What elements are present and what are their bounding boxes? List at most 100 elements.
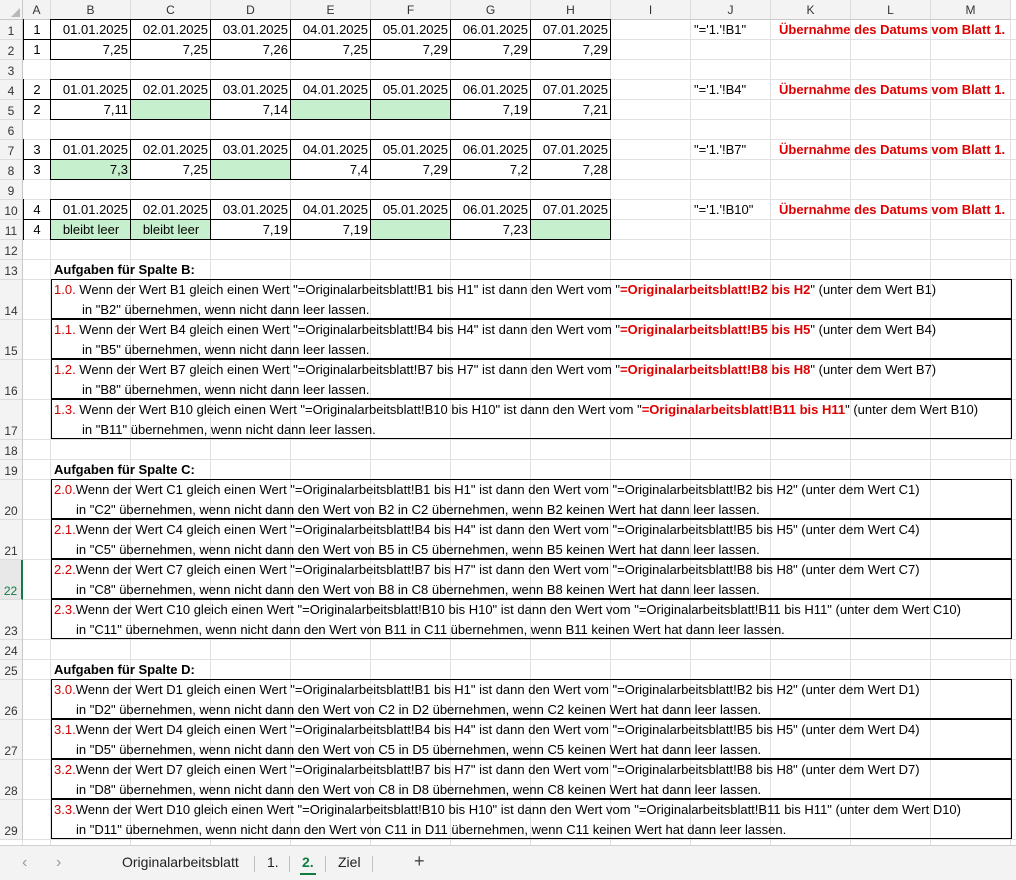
plus-icon[interactable]: + [414, 851, 425, 872]
select-all-corner[interactable] [0, 0, 23, 20]
task-box[interactable]: 3.3.Wenn der Wert D10 gleich einen Wert … [51, 799, 1012, 839]
date-cell[interactable]: 02.01.2025 [131, 200, 211, 220]
value-cell[interactable]: 7,29 [531, 40, 611, 60]
date-cell[interactable]: 05.01.2025 [371, 80, 451, 100]
date-cell[interactable]: 03.01.2025 [211, 80, 291, 100]
value-cell[interactable]: 7,25 [51, 40, 131, 60]
date-cell[interactable]: 02.01.2025 [131, 20, 211, 40]
value-cell[interactable]: 7,28 [531, 160, 611, 180]
row-header-10[interactable]: 10 [0, 200, 23, 220]
date-cell[interactable]: 07.01.2025 [531, 80, 611, 100]
value-cell[interactable]: 7,25 [291, 40, 371, 60]
date-cell[interactable]: 05.01.2025 [371, 140, 451, 160]
value-cell[interactable] [371, 100, 451, 120]
date-cell[interactable]: 01.01.2025 [51, 20, 131, 40]
date-cell[interactable]: 02.01.2025 [131, 80, 211, 100]
date-cell[interactable]: 03.01.2025 [211, 20, 291, 40]
date-cell[interactable]: 04.01.2025 [291, 20, 371, 40]
column-header-D[interactable]: D [211, 0, 291, 20]
date-cell[interactable]: 04.01.2025 [291, 80, 371, 100]
column-header-K[interactable]: K [771, 0, 851, 20]
task-box[interactable]: 2.3.Wenn der Wert C10 gleich einen Wert … [51, 599, 1012, 639]
value-cell[interactable]: 7,29 [371, 160, 451, 180]
task-box[interactable]: 3.0.Wenn der Wert D1 gleich einen Wert "… [51, 679, 1012, 719]
value-cell[interactable]: 7,2 [451, 160, 531, 180]
column-header-L[interactable]: L [851, 0, 931, 20]
value-cell[interactable] [131, 100, 211, 120]
row-header-5[interactable]: 5 [0, 100, 23, 120]
row-header-21[interactable]: 21 [0, 520, 23, 560]
date-cell[interactable]: 07.01.2025 [531, 20, 611, 40]
row-header-1[interactable]: 1 [0, 20, 23, 40]
date-cell[interactable]: 04.01.2025 [291, 140, 371, 160]
value-cell[interactable]: 7,4 [291, 160, 371, 180]
row-header-18[interactable]: 18 [0, 440, 23, 460]
date-cell[interactable]: 01.01.2025 [51, 200, 131, 220]
value-cell[interactable]: 7,19 [211, 220, 291, 240]
value-cell[interactable]: 7,25 [131, 40, 211, 60]
date-cell[interactable]: 05.01.2025 [371, 200, 451, 220]
date-cell[interactable]: 07.01.2025 [531, 200, 611, 220]
column-header-G[interactable]: G [451, 0, 531, 20]
task-box[interactable]: 3.2.Wenn der Wert D7 gleich einen Wert "… [51, 759, 1012, 799]
task-box[interactable]: 2.1.Wenn der Wert C4 gleich einen Wert "… [51, 519, 1012, 559]
task-box[interactable]: 2.0.Wenn der Wert C1 gleich einen Wert "… [51, 479, 1012, 519]
chevron-right-icon[interactable]: › [56, 854, 61, 872]
value-cell[interactable]: 7,11 [51, 100, 131, 120]
value-cell[interactable]: 7,26 [211, 40, 291, 60]
row-header-29[interactable]: 29 [0, 800, 23, 840]
row-header-25[interactable]: 25 [0, 660, 23, 680]
value-cell[interactable]: 7,23 [451, 220, 531, 240]
value-cell[interactable]: 7,14 [211, 100, 291, 120]
date-cell[interactable]: 06.01.2025 [451, 20, 531, 40]
row-header-28[interactable]: 28 [0, 760, 23, 800]
row-header-14[interactable]: 14 [0, 280, 23, 320]
value-cell[interactable]: 7,25 [131, 160, 211, 180]
value-cell[interactable]: bleibt leer [51, 220, 131, 240]
tab-originalarbeitsblatt[interactable]: Originalarbeitsblatt [122, 854, 239, 870]
value-cell[interactable]: 7,3 [51, 160, 131, 180]
row-header-20[interactable]: 20 [0, 480, 23, 520]
column-header-F[interactable]: F [371, 0, 451, 20]
row-header-17[interactable]: 17 [0, 400, 23, 440]
row-header-19[interactable]: 19 [0, 460, 23, 480]
row-header-12[interactable]: 12 [0, 240, 23, 260]
row-header-27[interactable]: 27 [0, 720, 23, 760]
column-header-H[interactable]: H [531, 0, 611, 20]
task-box[interactable]: 1.1. Wenn der Wert B4 gleich einen Wert … [51, 319, 1012, 359]
value-cell[interactable]: 7,19 [291, 220, 371, 240]
task-box[interactable]: 3.1.Wenn der Wert D4 gleich einen Wert "… [51, 719, 1012, 759]
row-header-23[interactable]: 23 [0, 600, 23, 640]
value-cell[interactable]: 7,21 [531, 100, 611, 120]
column-header-I[interactable]: I [611, 0, 691, 20]
row-header-22[interactable]: 22 [0, 560, 23, 600]
row-header-15[interactable]: 15 [0, 320, 23, 360]
row-header-7[interactable]: 7 [0, 140, 23, 160]
tab-ziel[interactable]: Ziel [338, 854, 361, 870]
date-cell[interactable]: 04.01.2025 [291, 200, 371, 220]
date-cell[interactable]: 06.01.2025 [451, 80, 531, 100]
task-box[interactable]: 1.3. Wenn der Wert B10 gleich einen Wert… [51, 399, 1012, 439]
value-cell[interactable]: 7,29 [451, 40, 531, 60]
row-header-6[interactable]: 6 [0, 120, 23, 140]
task-box[interactable]: 1.0. Wenn der Wert B1 gleich einen Wert … [51, 279, 1012, 319]
row-header-3[interactable]: 3 [0, 60, 23, 80]
date-cell[interactable]: 03.01.2025 [211, 200, 291, 220]
chevron-left-icon[interactable]: ‹ [22, 854, 27, 872]
row-header-26[interactable]: 26 [0, 680, 23, 720]
value-cell[interactable] [211, 160, 291, 180]
column-header-M[interactable]: M [931, 0, 1011, 20]
date-cell[interactable]: 02.01.2025 [131, 140, 211, 160]
date-cell[interactable]: 05.01.2025 [371, 20, 451, 40]
row-header-4[interactable]: 4 [0, 80, 23, 100]
column-header-C[interactable]: C [131, 0, 211, 20]
task-box[interactable]: 1.2. Wenn der Wert B7 gleich einen Wert … [51, 359, 1012, 399]
row-header-24[interactable]: 24 [0, 640, 23, 660]
tab-1[interactable]: 1. [267, 854, 279, 870]
row-header-9[interactable]: 9 [0, 180, 23, 200]
date-cell[interactable]: 01.01.2025 [51, 80, 131, 100]
task-box[interactable]: 2.2.Wenn der Wert C7 gleich einen Wert "… [51, 559, 1012, 599]
date-cell[interactable]: 03.01.2025 [211, 140, 291, 160]
value-cell[interactable] [291, 100, 371, 120]
value-cell[interactable]: 7,19 [451, 100, 531, 120]
